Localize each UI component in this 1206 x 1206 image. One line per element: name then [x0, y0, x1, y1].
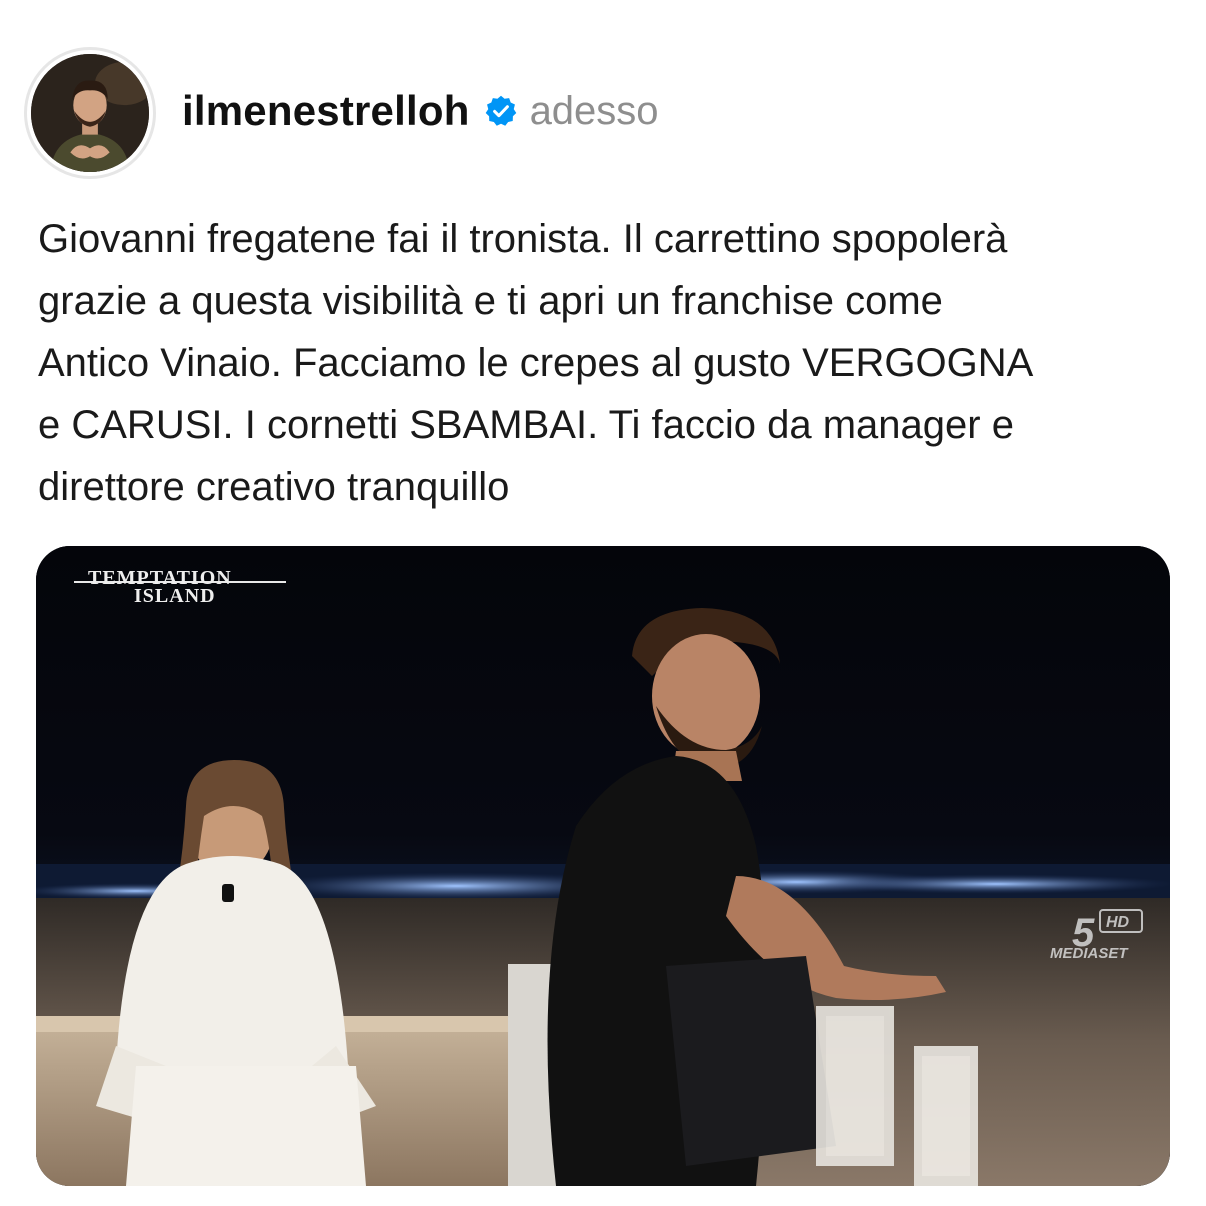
username[interactable]: ilmenestrelloh	[182, 87, 470, 135]
post-header: ilmenestrelloh adesso	[24, 46, 659, 180]
avatar[interactable]	[24, 47, 156, 179]
show-logo-line2: ISLAND	[134, 585, 216, 607]
post-caption: Giovanni fregatene fai il tronista. Il c…	[38, 217, 1034, 509]
tv-still-image: TEMPTATION ISLAND 5 HD MEDIASET	[36, 546, 1170, 1186]
broadcaster-name: MEDIASET	[1050, 945, 1129, 962]
timestamp: adesso	[529, 88, 659, 133]
avatar-person-illustration	[31, 54, 149, 172]
avatar-image	[31, 54, 149, 172]
header-text: ilmenestrelloh adesso	[182, 81, 659, 141]
post-media[interactable]: TEMPTATION ISLAND 5 HD MEDIASET	[36, 546, 1170, 1186]
channel-badge: HD	[1106, 914, 1130, 931]
verified-badge-icon	[484, 94, 518, 128]
